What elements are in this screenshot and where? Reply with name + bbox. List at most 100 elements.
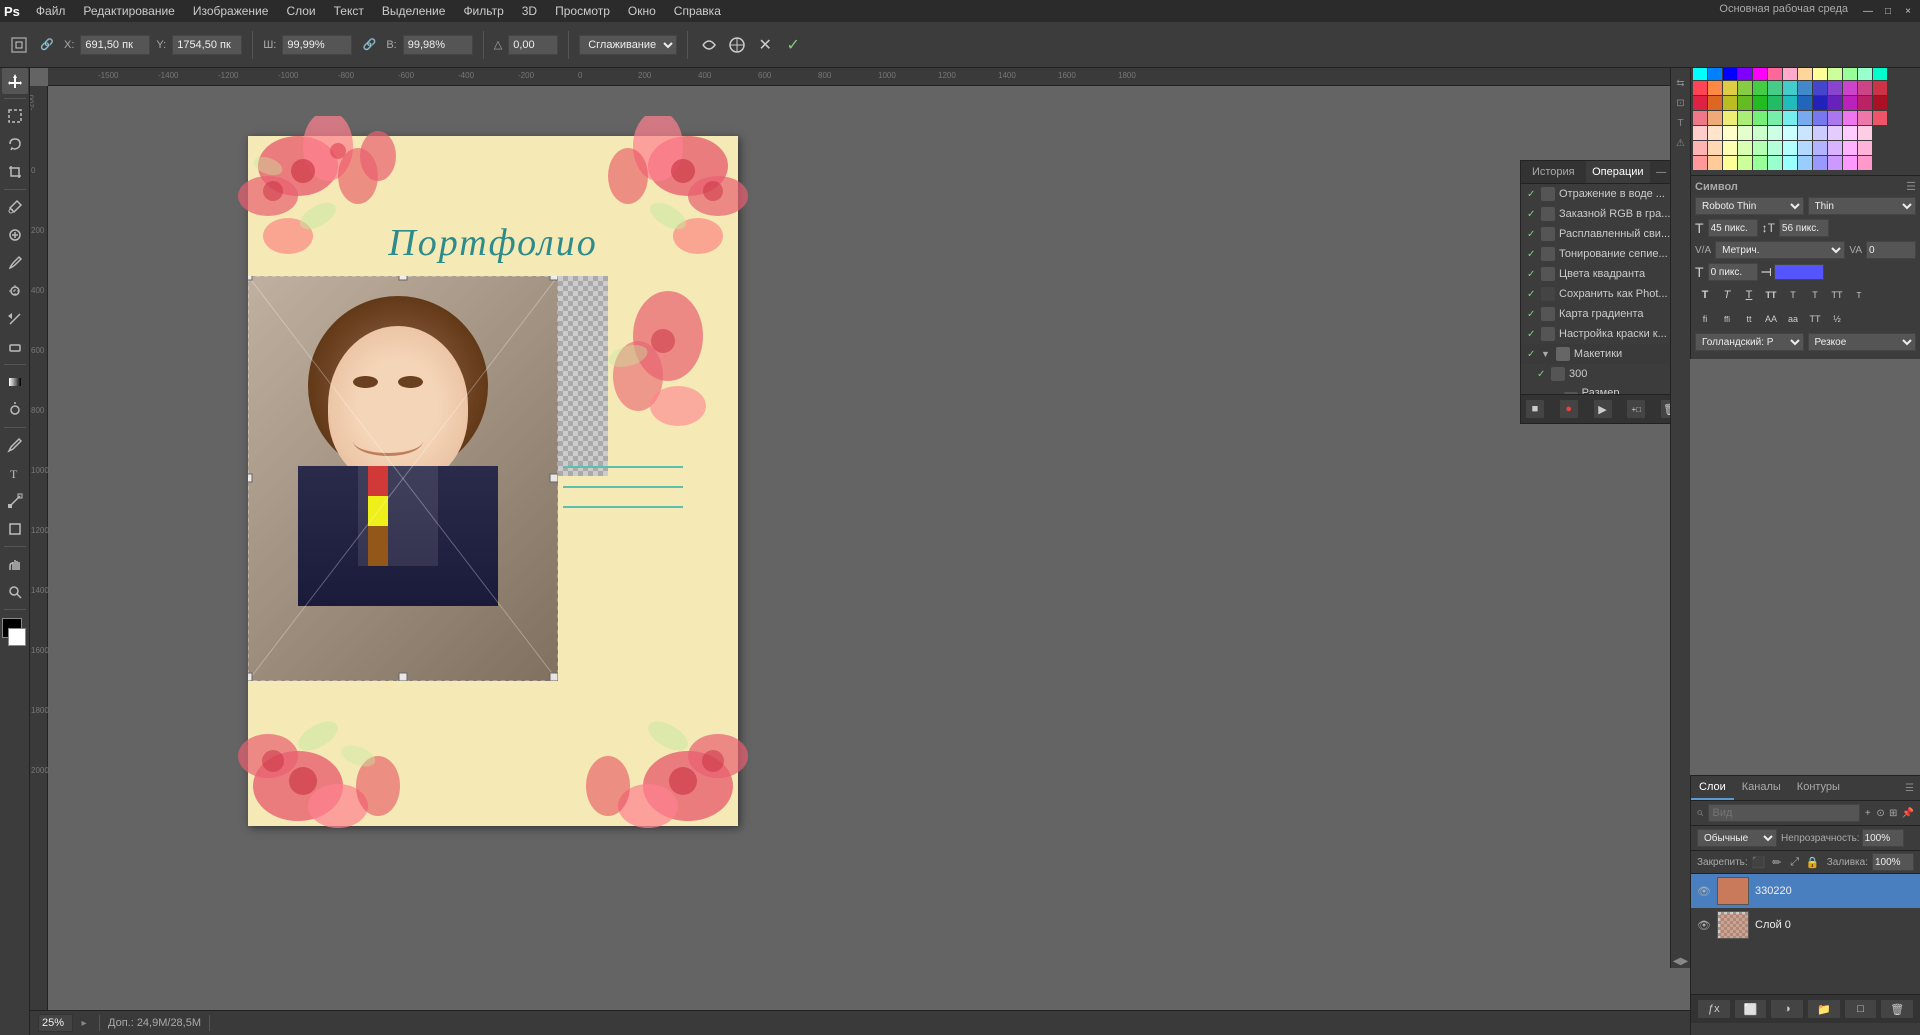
swatch[interactable] xyxy=(1738,96,1752,110)
tool-pen[interactable] xyxy=(2,432,28,458)
new-fill-adjustment-btn[interactable]: ◑ xyxy=(1770,999,1804,1019)
tool-eyedropper[interactable] xyxy=(2,194,28,220)
add-mask-btn[interactable]: ⬜ xyxy=(1734,999,1768,1019)
tool-gradient[interactable] xyxy=(2,369,28,395)
font-size-input[interactable] xyxy=(1708,219,1758,237)
menu-view[interactable]: Просмотр xyxy=(547,2,618,20)
history-item[interactable]: ✓ ▼ Макетики xyxy=(1521,344,1684,364)
swatch[interactable] xyxy=(1783,126,1797,140)
tracking-input[interactable] xyxy=(1866,241,1916,259)
history-item[interactable]: ✓ Тонирование сепие... xyxy=(1521,244,1684,264)
swatch[interactable] xyxy=(1738,66,1752,80)
swatch[interactable] xyxy=(1813,111,1827,125)
swatch[interactable] xyxy=(1768,126,1782,140)
tab-paths[interactable]: Контуры xyxy=(1789,776,1848,800)
history-item[interactable]: ✓ Сохранить как Phot... xyxy=(1521,284,1684,304)
opacity-input[interactable] xyxy=(1862,829,1904,847)
swatch[interactable] xyxy=(1843,66,1857,80)
swatch[interactable] xyxy=(1858,126,1872,140)
fraction-icon[interactable]: ½ xyxy=(1827,309,1847,329)
layer-visibility-toggle[interactable]: 👁 xyxy=(1697,918,1711,932)
layers-filter-btn[interactable]: ⊙ xyxy=(1876,805,1885,821)
tool-history-brush[interactable] xyxy=(2,306,28,332)
swatch[interactable] xyxy=(1843,141,1857,155)
new-action-btn[interactable]: +□ xyxy=(1626,399,1646,419)
swatch[interactable] xyxy=(1753,111,1767,125)
swatch[interactable] xyxy=(1723,126,1737,140)
symbol-panel-menu[interactable]: ☰ xyxy=(1906,180,1916,193)
swatch[interactable] xyxy=(1708,66,1722,80)
swatch[interactable] xyxy=(1723,111,1737,125)
zoom-input[interactable] xyxy=(38,1014,73,1032)
panel-icon-4[interactable]: ⚠ xyxy=(1674,136,1688,150)
record-btn[interactable]: ● xyxy=(1559,399,1579,419)
new-layer-btn[interactable]: □ xyxy=(1844,999,1878,1019)
lock-position-btn[interactable]: ✏ xyxy=(1770,855,1784,869)
mesh-icon[interactable] xyxy=(726,34,748,56)
tool-shape[interactable] xyxy=(2,516,28,542)
w-input[interactable] xyxy=(282,35,352,55)
swatch[interactable] xyxy=(1738,156,1752,170)
swatch[interactable] xyxy=(1783,96,1797,110)
minimize-button[interactable]: — xyxy=(1860,3,1876,19)
swatch[interactable] xyxy=(1858,81,1872,95)
swatch[interactable] xyxy=(1783,66,1797,80)
rotate-input[interactable] xyxy=(508,35,558,55)
swatch[interactable] xyxy=(1873,96,1887,110)
maximize-button[interactable]: □ xyxy=(1880,3,1896,19)
blend-mode-dropdown[interactable]: Обычные xyxy=(1697,829,1777,847)
swatch[interactable] xyxy=(1768,66,1782,80)
swatch[interactable] xyxy=(1828,126,1842,140)
swatch[interactable] xyxy=(1828,66,1842,80)
swatch[interactable] xyxy=(1753,81,1767,95)
swatch[interactable] xyxy=(1858,66,1872,80)
confirm-transform-icon[interactable]: ✓ xyxy=(782,34,804,56)
menu-file[interactable]: Файл xyxy=(28,2,74,20)
warp-icon[interactable] xyxy=(698,34,720,56)
swatch[interactable] xyxy=(1858,156,1872,170)
swatch[interactable] xyxy=(1708,141,1722,155)
swatch[interactable] xyxy=(1738,81,1752,95)
swatch[interactable] xyxy=(1693,156,1707,170)
swatch[interactable] xyxy=(1738,111,1752,125)
history-item[interactable]: ✓ 300 xyxy=(1521,364,1684,384)
discretionary-icon[interactable]: aa xyxy=(1783,309,1803,329)
swatch[interactable] xyxy=(1843,81,1857,95)
swatch[interactable] xyxy=(1693,66,1707,80)
history-item[interactable]: ✓ Отражение в воде ... xyxy=(1521,184,1684,204)
layers-add-attribute-btn[interactable]: + xyxy=(1864,805,1873,821)
swatch[interactable] xyxy=(1813,96,1827,110)
tool-brush[interactable] xyxy=(2,250,28,276)
menu-3d[interactable]: 3D xyxy=(514,2,545,20)
stop-btn[interactable]: ■ xyxy=(1525,399,1545,419)
swatch[interactable] xyxy=(1798,141,1812,155)
canvas-viewport[interactable]: Портфолио xyxy=(48,86,1690,1010)
background-color[interactable] xyxy=(8,628,26,646)
lock-all-btn[interactable]: 🔒 xyxy=(1806,855,1820,869)
swatch[interactable] xyxy=(1828,96,1842,110)
interpolation-dropdown[interactable]: Сглаживание xyxy=(579,35,677,55)
leading-input[interactable] xyxy=(1779,219,1829,237)
swatch[interactable] xyxy=(1708,111,1722,125)
swatch[interactable] xyxy=(1738,126,1752,140)
swatch[interactable] xyxy=(1843,156,1857,170)
menu-edit[interactable]: Редактирование xyxy=(75,2,182,20)
swatch[interactable] xyxy=(1708,81,1722,95)
swatch[interactable] xyxy=(1798,66,1812,80)
swatch[interactable] xyxy=(1723,81,1737,95)
menu-help[interactable]: Справка xyxy=(666,2,729,20)
menu-window[interactable]: Окно xyxy=(620,2,664,20)
swatch[interactable] xyxy=(1693,141,1707,155)
menu-text[interactable]: Текст xyxy=(326,2,372,20)
lock-pixels-btn[interactable]: ⬛ xyxy=(1752,855,1766,869)
allcaps-icon[interactable]: TT xyxy=(1827,285,1847,305)
history-item[interactable]: ✓ ▶ Размер изображе... xyxy=(1521,384,1684,394)
subscript-icon[interactable]: T xyxy=(1805,285,1825,305)
menu-filter[interactable]: Фильтр xyxy=(455,2,511,20)
swatch[interactable] xyxy=(1873,111,1887,125)
tool-hand[interactable] xyxy=(2,551,28,577)
swatch[interactable] xyxy=(1828,156,1842,170)
h-input[interactable] xyxy=(403,35,473,55)
tool-heal[interactable] xyxy=(2,222,28,248)
tool-dodge[interactable] xyxy=(2,397,28,423)
